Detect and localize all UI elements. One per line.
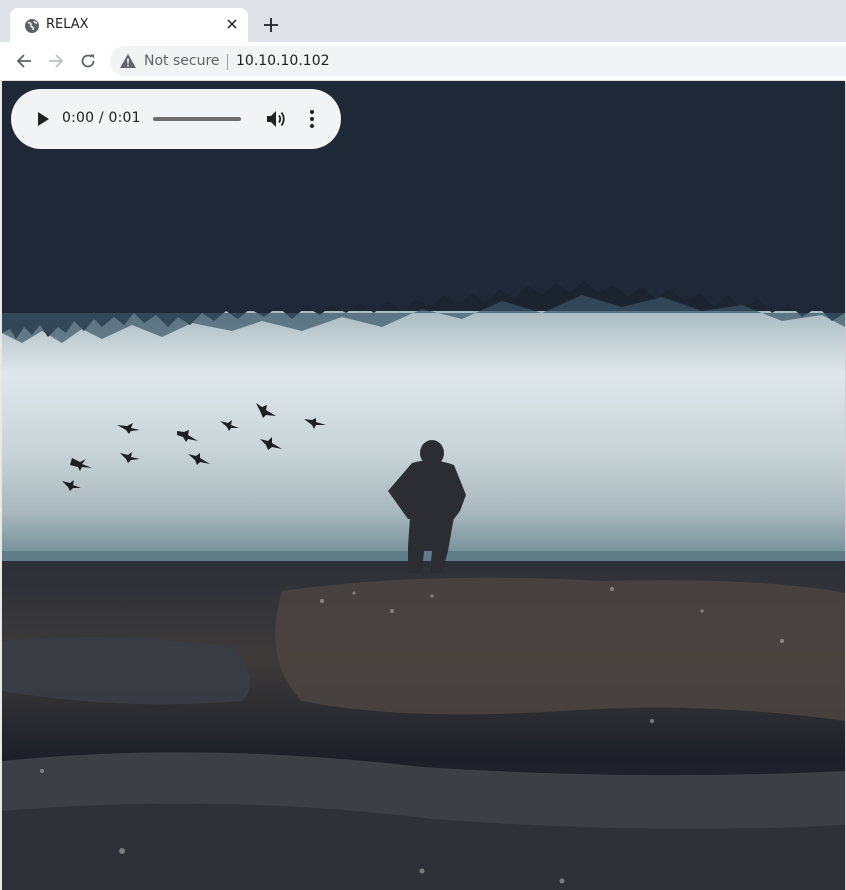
page-viewport — [2, 81, 845, 890]
reload-icon — [81, 54, 95, 68]
browser-toolbar: Not secure 10.10.10.102 — [0, 42, 846, 81]
plus-icon — [264, 18, 278, 32]
audio-seek-bar[interactable] — [153, 117, 241, 121]
divider — [227, 54, 228, 70]
volume-icon[interactable] — [265, 108, 287, 130]
play-icon[interactable] — [33, 109, 53, 129]
tab-strip: RELAX — [0, 0, 846, 42]
globe-icon — [25, 19, 39, 33]
arrow-right-icon — [49, 54, 64, 68]
address-bar[interactable]: Not secure 10.10.10.102 — [110, 46, 846, 76]
audio-player[interactable]: 0:00 / 0:01 — [11, 89, 341, 149]
browser-tab[interactable]: RELAX — [10, 8, 248, 42]
arrow-left-icon — [16, 54, 31, 68]
reload-button[interactable] — [77, 50, 99, 72]
more-options-icon[interactable] — [302, 108, 322, 130]
tab-title: RELAX — [46, 17, 89, 32]
back-button[interactable] — [13, 50, 35, 72]
audio-time-display: 0:00 / 0:01 — [62, 110, 141, 126]
tab-close-button[interactable] — [222, 14, 242, 34]
url-text[interactable]: 10.10.10.102 — [236, 53, 330, 69]
new-tab-button[interactable] — [260, 14, 282, 36]
warning-icon[interactable] — [120, 54, 136, 68]
background-image — [2, 81, 845, 890]
security-status[interactable]: Not secure — [144, 53, 220, 69]
close-icon — [227, 19, 237, 29]
forward-button[interactable] — [45, 50, 67, 72]
